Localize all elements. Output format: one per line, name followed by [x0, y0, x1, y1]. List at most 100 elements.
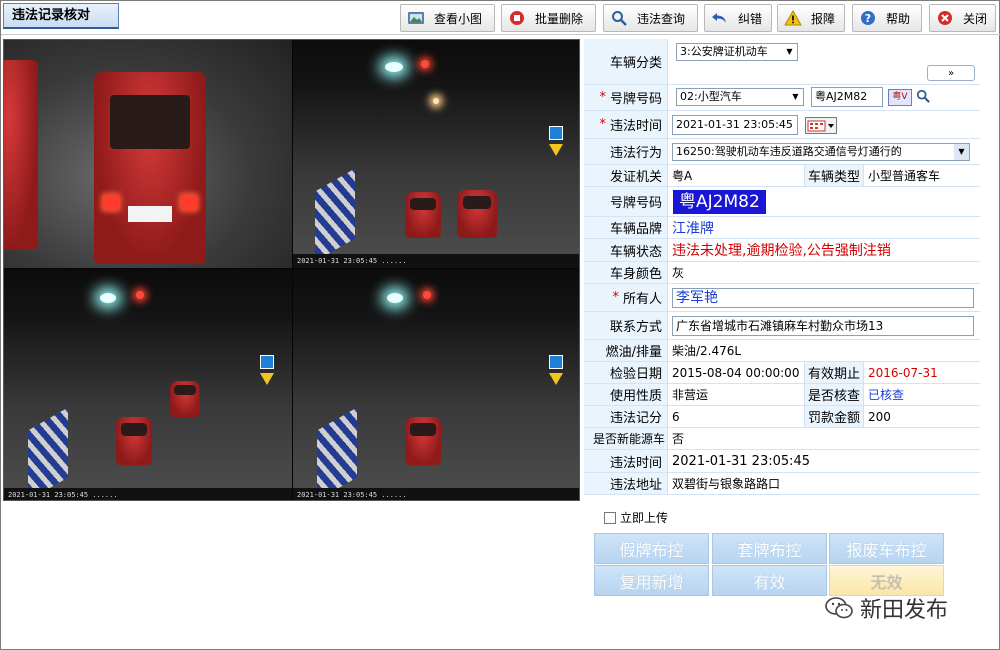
photo-scene-2: 2021-01-31 23:05:45 ...... — [4, 269, 292, 500]
upload-now-toggle[interactable]: 立即上传 — [604, 509, 668, 526]
brand-label: 车辆品牌 — [584, 217, 668, 238]
report-fault-label: 报障 — [811, 11, 836, 26]
toolbar-divider — [1, 34, 1000, 35]
close-label: 关闭 — [963, 11, 988, 26]
double-chevron-down-icon[interactable]: » — [927, 65, 975, 81]
fine-label: 罚款金额 — [804, 406, 864, 427]
usage-value: 非营运 — [672, 388, 709, 402]
row-location: 违法地址 双碧街与银象路路口 — [584, 473, 980, 495]
row-brand: 车辆品牌 江淮牌 — [584, 217, 980, 239]
owner-label: * 所有人 — [584, 284, 668, 311]
contact-label: 联系方式 — [584, 312, 668, 339]
fine-value: 200 — [868, 409, 891, 424]
valid-until-value: 2016-07-31 — [868, 365, 938, 380]
picture-icon — [407, 9, 425, 27]
watermark: 新田发布 — [824, 592, 948, 624]
help-label: 帮助 — [886, 11, 911, 26]
row-plate-type: * 号牌号码 02:小型汽车 ▼ 粤AJ2M82 粤V — [584, 85, 980, 111]
violation-query-label: 违法查询 — [637, 11, 686, 26]
valid-button[interactable]: 有效 — [712, 565, 827, 596]
fuel-value: 柴油/2.476L — [672, 344, 742, 358]
undo-icon — [711, 9, 729, 27]
close-button[interactable]: 关闭 — [929, 4, 996, 32]
row-violation-time: 违法时间 2021-01-31 23:05:45 — [584, 450, 980, 473]
new-energy-label: 是否新能源车 — [584, 428, 668, 449]
photo-scene-3: 2021-01-31 23:05:45 ...... — [293, 269, 579, 500]
row-fuel: 燃油/排量 柴油/2.476L — [584, 340, 980, 362]
inspection-date-value: 2015-08-04 00:00:00 — [672, 365, 800, 380]
cloned-plate-control-button[interactable]: 套牌布控 — [712, 533, 827, 564]
view-thumbnail-button[interactable]: 查看小图 — [400, 4, 495, 32]
contact-input[interactable]: 广东省增城市石滩镇麻车村勤众市场13 — [672, 316, 974, 336]
batch-delete-label: 批量删除 — [535, 11, 584, 26]
dropdown-arrow-icon: ▼ — [792, 92, 799, 101]
location-label: 违法地址 — [584, 473, 668, 494]
row-status: 车辆状态 违法未处理,逾期检验,公告强制注销 — [584, 239, 980, 262]
vehicle-type-value: 小型普通客车 — [868, 169, 941, 183]
correct-label: 纠错 — [738, 11, 763, 26]
points-value: 6 — [672, 409, 680, 424]
issuing-authority-label: 发证机关 — [584, 165, 668, 186]
plate-type-select[interactable]: 02:小型汽车 ▼ — [676, 88, 804, 106]
row-owner: * 所有人 李军艳 — [584, 284, 980, 312]
report-fault-button[interactable]: 报障 — [777, 4, 845, 32]
correct-button[interactable]: 纠错 — [704, 4, 772, 32]
delete-icon — [508, 9, 526, 27]
plate-number-label: 号牌号码 — [584, 187, 668, 216]
vehicle-category-label: 车辆分类 — [584, 39, 668, 84]
checked-value: 已核查 — [868, 388, 905, 402]
vehicle-type-label: 车辆类型 — [804, 165, 864, 186]
row-violation-act: 违法行为 16250:驾驶机动车违反道路交通信号灯通行的 ▼ — [584, 139, 980, 165]
owner-input[interactable]: 李军艳 — [672, 288, 974, 308]
row-issuing-authority: 发证机关 粤A 车辆类型 小型普通客车 — [584, 165, 980, 187]
dropdown-arrow-icon: ▼ — [786, 47, 793, 56]
violation-time-edit-label: * 违法时间 — [584, 111, 668, 138]
brand-value: 江淮牌 — [672, 220, 714, 237]
upload-checkbox[interactable] — [604, 511, 616, 524]
new-energy-value: 否 — [672, 432, 685, 446]
search-icon[interactable] — [916, 89, 930, 106]
batch-delete-button[interactable]: 批量删除 — [501, 4, 596, 32]
evidence-photo[interactable]: 2021-01-31 23:05:45 ...... 2021-01-31 23… — [3, 39, 580, 501]
status-value: 违法未处理,逾期检验,公告强制注销 — [672, 243, 891, 259]
wechat-icon — [825, 597, 853, 619]
violation-act-select[interactable]: 16250:驾驶机动车违反道路交通信号灯通行的 ▼ — [672, 143, 970, 161]
row-usage: 使用性质 非营运 是否核查 已核查 — [584, 384, 980, 406]
color-value: 灰 — [672, 266, 685, 280]
violation-time-label: 违法时间 — [584, 450, 668, 472]
violation-time-input[interactable]: 2021-01-31 23:05:45 — [672, 115, 798, 135]
close-icon — [936, 9, 954, 27]
status-label: 车辆状态 — [584, 239, 668, 261]
photo-scene-1: 2021-01-31 23:05:45 ...... — [293, 40, 579, 268]
row-points: 违法记分 6 罚款金额 200 — [584, 406, 980, 428]
svg-text:?: ? — [865, 12, 871, 25]
row-color: 车身颜色 灰 — [584, 262, 980, 284]
location-value: 双碧街与银象路路口 — [672, 477, 781, 491]
search-icon — [610, 9, 628, 27]
calendar-icon[interactable] — [805, 117, 837, 134]
warning-icon — [784, 9, 802, 27]
photo-closeup — [4, 40, 292, 268]
window-title-tab[interactable]: 违法记录核对 — [3, 3, 119, 29]
row-inspection: 检验日期 2015-08-04 00:00:00 有效期止 2016-07-31 — [584, 362, 980, 384]
help-button[interactable]: ? 帮助 — [852, 4, 922, 32]
help-icon: ? — [859, 9, 877, 27]
violation-query-button[interactable]: 违法查询 — [603, 4, 698, 32]
row-plate-number: 号牌号码 粤AJ2M82 — [584, 187, 980, 217]
scrapped-vehicle-control-button[interactable]: 报废车布控 — [829, 533, 944, 564]
color-label: 车身颜色 — [584, 262, 668, 283]
plate-recognize-icon[interactable]: 粤V — [888, 89, 912, 106]
fake-plate-control-button[interactable]: 假牌布控 — [594, 533, 709, 564]
row-contact: 联系方式 广东省增城市石滩镇麻车村勤众市场13 — [584, 312, 980, 340]
reuse-new-button[interactable]: 复用新增 — [594, 565, 709, 596]
issuing-authority-value: 粤A — [672, 169, 693, 183]
app-window: 违法记录核对 查看小图 批量删除 违法查询 纠错 报障 ? 帮助 关闭 2021… — [0, 0, 1000, 650]
view-thumbnail-label: 查看小图 — [434, 11, 483, 26]
row-vehicle-category: 车辆分类 3:公安牌证机动车 ▼ » — [584, 39, 980, 85]
valid-until-label: 有效期止 — [804, 362, 864, 383]
watermark-text: 新田发布 — [860, 598, 949, 623]
row-new-energy: 是否新能源车 否 — [584, 428, 980, 450]
inspection-date-label: 检验日期 — [584, 362, 668, 383]
plate-number-input[interactable]: 粤AJ2M82 — [811, 87, 883, 107]
vehicle-category-select[interactable]: 3:公安牌证机动车 ▼ — [676, 43, 798, 61]
